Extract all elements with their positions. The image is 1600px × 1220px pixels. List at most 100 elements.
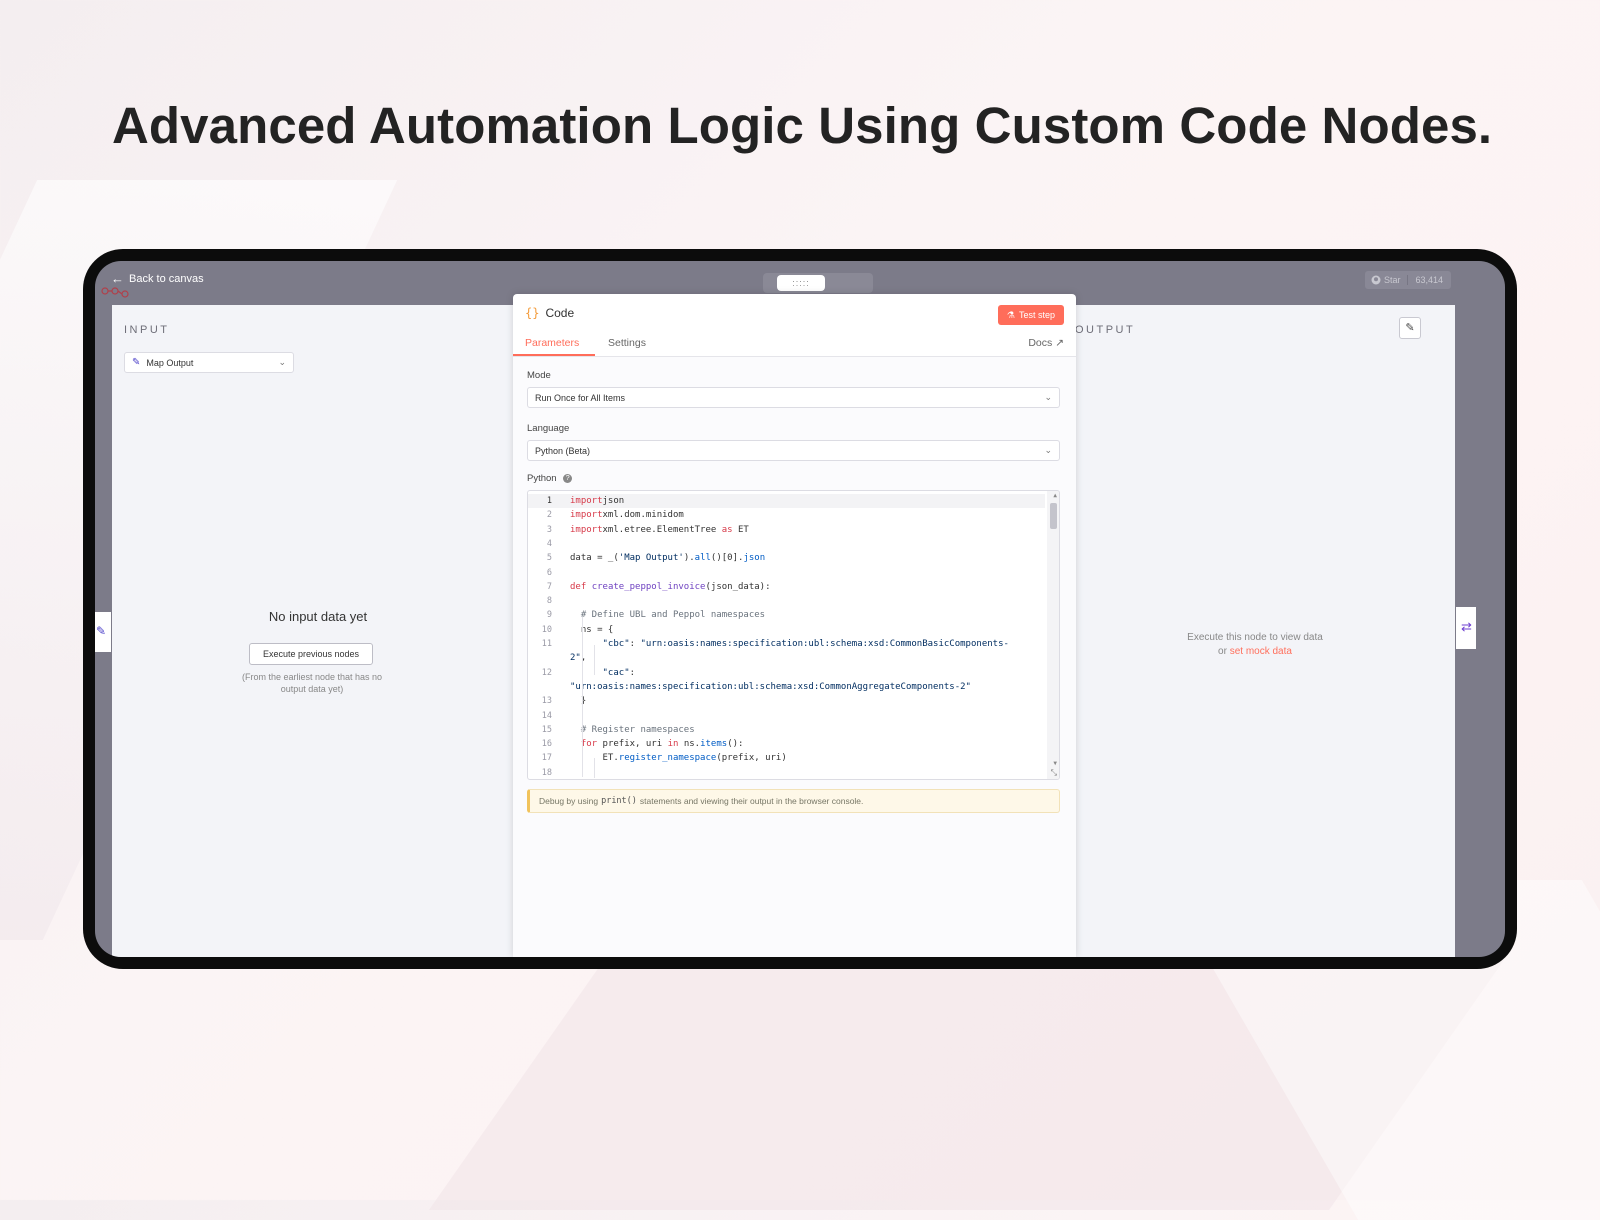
code-line[interactable]: 6 (528, 566, 1045, 580)
mode-select[interactable]: Run Once for All Items ⌄ (527, 387, 1060, 408)
code-text: importxml.dom.minidom (570, 510, 684, 521)
code-line[interactable]: "urn:oasis:names:specification:ubl:schem… (528, 680, 1045, 694)
indent-guide (594, 645, 595, 675)
python-label: Python ? (527, 473, 573, 484)
parameters-body: Mode Run Once for All Items ⌄ Language P… (513, 357, 1076, 957)
line-number: 8 (546, 596, 552, 607)
pencil-icon: ✎ (132, 357, 141, 368)
code-line[interactable]: 10 ns = { (528, 623, 1045, 637)
github-star-label: Star (1384, 275, 1401, 285)
code-line[interactable]: 2", (528, 651, 1045, 665)
flask-icon: ⚗ (1006, 310, 1015, 320)
line-number: 13 (541, 696, 552, 707)
line-number: 4 (546, 538, 552, 549)
github-icon (1371, 275, 1381, 285)
code-line[interactable]: 1 importjson (528, 494, 1045, 508)
code-line[interactable]: 18 (528, 766, 1045, 779)
chevron-down-icon: ⌄ (1044, 392, 1052, 402)
line-number: 10 (541, 624, 552, 635)
code-line[interactable]: 17 ET.register_namespace(prefix, uri) (528, 751, 1045, 765)
code-line[interactable]: 15 # Register namespaces (528, 723, 1045, 737)
edit-output-button[interactable]: ✎ (1399, 317, 1421, 339)
input-node-select-value: Map Output (146, 357, 194, 368)
device-frame: ← Back to canvas ::::: Star 63,414 INPUT… (83, 249, 1517, 969)
back-to-canvas-link[interactable]: ← Back to canvas (111, 271, 204, 286)
code-line[interactable]: 16 for prefix, uri in ns.items(): (528, 737, 1045, 751)
code-braces-icon: {} (525, 306, 540, 320)
code-text: "cac": (602, 667, 636, 678)
code-panel-header: {} Code ⚗ Test step (513, 294, 1076, 330)
editor-scrollbar[interactable]: ▲ ▼ (1047, 491, 1059, 779)
code-line[interactable]: 3 importxml.etree.ElementTree as ET (528, 523, 1045, 537)
code-line[interactable]: 5 data = _('Map Output').all()[0].json (528, 551, 1045, 565)
indent-guide (594, 758, 595, 778)
scroll-down-icon[interactable]: ▼ (1053, 760, 1057, 767)
output-empty-message: Execute this node to view data or set mo… (1055, 631, 1455, 659)
pencil-icon: ✎ (1405, 322, 1415, 334)
line-number: 14 (541, 710, 552, 721)
top-bar: ← Back to canvas ::::: Star 63,414 (95, 261, 1505, 298)
chevron-down-icon: ⌄ (278, 357, 286, 367)
no-input-title: No input data yet (268, 609, 368, 624)
docs-link[interactable]: Docs ↗ (1028, 337, 1064, 349)
back-to-canvas-label: Back to canvas (129, 272, 204, 285)
debug-suffix: statements and viewing their output in t… (639, 796, 864, 806)
output-panel: OUTPUT ✎ Execute this node to view data … (1055, 305, 1455, 957)
line-number: 6 (546, 567, 552, 578)
execute-previous-nodes-button[interactable]: Execute previous nodes (249, 643, 373, 665)
language-select[interactable]: Python (Beta) ⌄ (527, 440, 1060, 461)
code-editor[interactable]: 1 importjson 2 importxml.dom.minidom 3 import… (527, 490, 1060, 780)
output-message-line: Execute this node to view data (1187, 632, 1323, 643)
line-number: 7 (546, 581, 552, 592)
resize-handle-icon[interactable]: ⤡ (1051, 768, 1057, 778)
code-text: "urn:oasis:names:specification:ubl:schem… (570, 681, 971, 692)
swap-arrows-icon: ⇄ (1461, 619, 1472, 634)
node-title: {} Code (525, 306, 574, 320)
code-line[interactable]: 2 importxml.dom.minidom (528, 508, 1045, 522)
test-step-button[interactable]: ⚗ Test step (997, 305, 1064, 325)
code-line[interactable]: 11 "cbc": "urn:oasis:names:specification… (528, 637, 1045, 651)
python-label-text: Python (527, 473, 557, 484)
panel-drag-handle[interactable]: ::::: (777, 275, 825, 291)
line-number: 1 (546, 496, 552, 506)
line-number: 11 (541, 639, 552, 649)
code-line[interactable]: 9 # Define UBL and Peppol namespaces (528, 608, 1045, 622)
scroll-up-icon[interactable]: ▲ (1053, 492, 1057, 499)
input-panel: INPUT ✎ Map Output ⌄ No input data yet E… (112, 305, 524, 957)
arrow-left-icon: ← (111, 271, 124, 286)
set-mock-data-link[interactable]: set mock data (1230, 646, 1292, 657)
help-icon[interactable]: ? (563, 473, 573, 483)
scrollbar-thumb[interactable] (1050, 503, 1057, 529)
debug-code: print() (601, 796, 637, 806)
mode-select-value: Run Once for All Items (535, 392, 626, 403)
github-star-button[interactable]: Star 63,414 (1365, 271, 1452, 289)
code-line[interactable]: 4 (528, 537, 1045, 551)
tab-settings[interactable]: Settings (608, 337, 646, 349)
code-line[interactable]: 14 (528, 709, 1045, 723)
language-select-value: Python (Beta) (535, 445, 591, 456)
line-number: 9 (546, 610, 552, 621)
code-line[interactable]: 8 (528, 594, 1045, 608)
docs-label: Docs (1028, 337, 1053, 349)
indent-guide (582, 617, 583, 777)
input-side-tab[interactable]: ✎ (95, 612, 111, 652)
output-side-tab[interactable]: ⇄ (1456, 607, 1476, 649)
input-node-select[interactable]: ✎ Map Output ⌄ (124, 352, 294, 373)
no-input-note: (From the earliest node that has no outp… (241, 672, 383, 694)
line-number: 3 (546, 524, 552, 535)
code-line[interactable]: 7 def create_peppol_invoice(json_data): (528, 580, 1045, 594)
code-text: } (570, 696, 587, 707)
line-number: 12 (541, 667, 552, 678)
tab-parameters[interactable]: Parameters (525, 337, 579, 349)
code-text: ns = { (570, 624, 614, 635)
output-message-prefix: or (1218, 646, 1227, 657)
external-link-icon: ↗ (1055, 337, 1064, 349)
debug-prefix: Debug by using (539, 796, 599, 806)
test-step-label: Test step (1018, 310, 1055, 320)
code-text: # Define UBL and Peppol namespaces (580, 610, 766, 621)
line-number: 17 (541, 753, 552, 764)
code-text: "cbc": "urn:oasis:names:specification:ub… (602, 639, 1009, 649)
code-text: def create_peppol_invoice(json_data): (570, 581, 771, 592)
code-line[interactable]: 13 } (528, 694, 1045, 708)
code-line[interactable]: 12 "cac": (528, 666, 1045, 680)
